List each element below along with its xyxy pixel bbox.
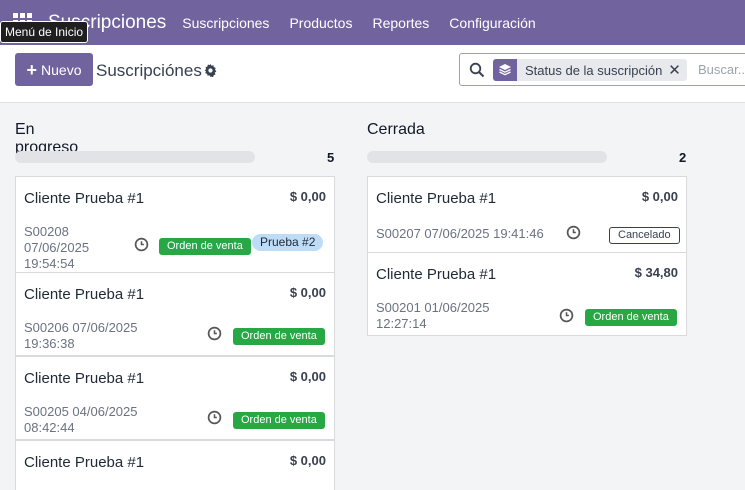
card-amount: $ 0,00 [289, 285, 326, 300]
status-badge: Orden de venta [233, 412, 325, 429]
column-title: Cerrada [367, 121, 425, 138]
status-badge: Orden de venta [585, 309, 677, 326]
apps-tooltip: Menú de Inicio [0, 21, 89, 43]
nav-configuracion[interactable]: Configuración [449, 15, 535, 31]
column-count: 5 [327, 150, 335, 165]
card-amount: $ 0,00 [289, 453, 326, 468]
kanban-card[interactable]: Cliente Prueba #1 $ 0,00 [15, 440, 335, 490]
card-customer: Cliente Prueba #1 [24, 190, 145, 207]
plus-icon: + [26, 59, 38, 80]
search-input[interactable]: Buscar... [698, 62, 745, 77]
kanban-card[interactable]: Cliente Prueba #1 $ 0,00 S00206 07/06/20… [15, 272, 335, 356]
card-reference: S00208 07/06/2025 19:54:54 [24, 224, 90, 271]
clock-icon[interactable] [559, 308, 574, 323]
facet-label: Status de la suscripción [525, 62, 663, 78]
card-customer: Cliente Prueba #1 [376, 190, 497, 207]
card-amount: $ 34,80 [634, 265, 678, 280]
clock-icon[interactable] [134, 237, 149, 252]
card-reference: S00206 07/06/2025 19:36:38 [24, 320, 138, 351]
card-amount: $ 0,00 [641, 189, 678, 204]
card-customer: Cliente Prueba #1 [376, 266, 497, 283]
new-button[interactable]: + Nuevo [15, 53, 93, 86]
page-title: Suscripciónes [96, 61, 202, 80]
gear-icon[interactable] [204, 64, 217, 77]
close-icon[interactable]: ✕ [668, 61, 687, 79]
nav-reportes[interactable]: Reportes [372, 15, 429, 31]
clock-icon[interactable] [207, 410, 222, 425]
kanban-card[interactable]: Cliente Prueba #1 $ 0,00 S00205 04/06/20… [15, 356, 335, 440]
card-customer: Cliente Prueba #1 [24, 286, 145, 303]
nav-productos[interactable]: Productos [289, 15, 352, 31]
search-icon[interactable] [469, 62, 485, 78]
layers-icon [493, 59, 517, 81]
column-progress-bar[interactable] [15, 151, 255, 163]
card-customer: Cliente Prueba #1 [24, 370, 145, 387]
control-panel: + Nuevo Suscripciónes Status de la suscr… [0, 45, 745, 103]
kanban-card[interactable]: Cliente Prueba #1 $ 0,00 S00208 07/06/20… [15, 176, 335, 273]
column-count: 2 [679, 150, 687, 165]
status-badge: Orden de venta [159, 238, 251, 255]
tag-badge: Prueba #2 [252, 234, 324, 251]
kanban-card[interactable]: Cliente Prueba #1 $ 34,80 S00201 01/06/2… [367, 252, 687, 336]
clock-icon[interactable] [566, 225, 581, 240]
card-reference: S00207 07/06/2025 19:41:46 [376, 226, 544, 241]
card-reference: S00205 04/06/2025 08:42:44 [24, 404, 138, 435]
card-amount: $ 0,00 [289, 369, 326, 384]
kanban-card[interactable]: Cliente Prueba #1 $ 0,00 S00207 07/06/20… [367, 176, 687, 253]
card-reference: S00201 01/06/2025 12:27:14 [376, 300, 490, 331]
top-navbar: Suscripciones Suscripciones Productos Re… [0, 0, 745, 45]
status-badge: Cancelado [609, 227, 680, 244]
card-amount: $ 0,00 [289, 189, 326, 204]
clock-icon[interactable] [207, 326, 222, 341]
search-facet[interactable]: Status de la suscripción ✕ [493, 59, 687, 81]
search-bar[interactable]: Status de la suscripción ✕ Buscar... [459, 53, 745, 86]
nav-suscripciones[interactable]: Suscripciones [182, 15, 269, 31]
card-customer: Cliente Prueba #1 [24, 454, 145, 471]
column-progress-bar[interactable] [367, 151, 607, 163]
new-button-label: Nuevo [41, 61, 82, 78]
status-badge: Orden de venta [233, 328, 325, 345]
